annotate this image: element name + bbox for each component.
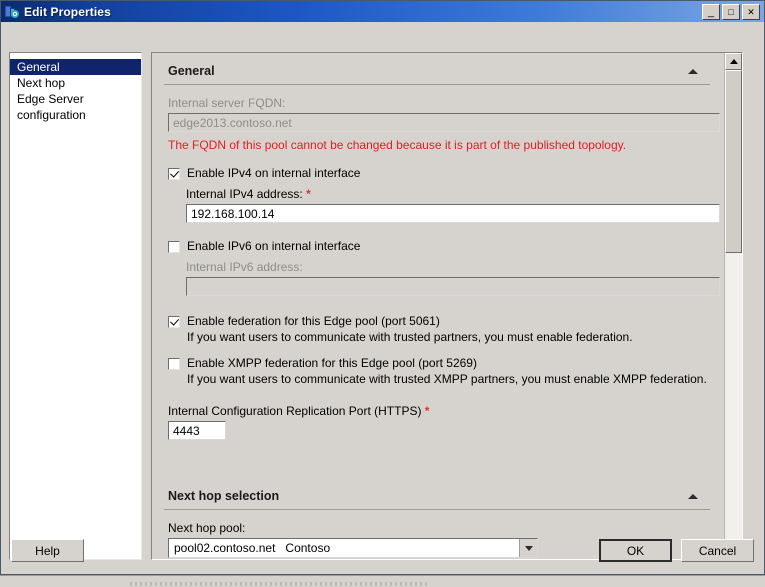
fqdn-warning-text: The FQDN of this pool cannot be changed … (168, 138, 627, 152)
scrollbar-track[interactable] (725, 70, 742, 542)
cancel-button[interactable]: Cancel (681, 539, 754, 562)
settings-content-panel: General Internal server FQDN: edge2013.c… (151, 52, 743, 560)
minimize-button[interactable]: _ (702, 4, 720, 20)
title-bar: Edit Properties _ □ ✕ (1, 1, 764, 22)
next-hop-pool-value: pool02.contoso.net Contoso (174, 541, 331, 555)
sidebar-item-general[interactable]: General (10, 59, 141, 75)
background-ghost-text (130, 582, 430, 586)
help-button[interactable]: Help (11, 539, 84, 562)
content-vertical-scrollbar[interactable] (724, 53, 742, 559)
replication-port-input[interactable]: 4443 (168, 421, 226, 440)
settings-scroll-area: General Internal server FQDN: edge2013.c… (152, 53, 724, 559)
enable-ipv6-checkbox[interactable] (168, 241, 180, 253)
replication-port-label-text: Internal Configuration Replication Port … (168, 404, 422, 418)
window-title: Edit Properties (24, 4, 111, 19)
dropdown-arrow-button[interactable] (519, 539, 537, 557)
enable-ipv4-checkbox-row[interactable]: Enable IPv4 on internal interface (168, 166, 710, 180)
internal-ipv4-address-input[interactable]: 192.168.100.14 (186, 204, 720, 223)
triangle-up-icon (729, 59, 738, 64)
section-header-general[interactable]: General (164, 53, 710, 85)
enable-federation-checkbox[interactable] (168, 316, 180, 328)
internal-server-fqdn-field: edge2013.contoso.net (168, 113, 720, 132)
enable-ipv4-label: Enable IPv4 on internal interface (187, 166, 361, 180)
sidebar-item-label: General (17, 60, 60, 74)
enable-xmpp-federation-label: Enable XMPP federation for this Edge poo… (187, 356, 477, 370)
federation-note: If you want users to communicate with tr… (187, 330, 633, 344)
internal-ipv6-address-label: Internal IPv6 address: (186, 260, 303, 274)
lync-topology-icon (4, 4, 20, 20)
xmpp-federation-note: If you want users to communicate with tr… (187, 372, 707, 386)
sidebar-item-label: Next hop (17, 76, 66, 90)
dialog-body: General Next hop Edge Server configurati… (1, 22, 764, 574)
chevron-up-icon[interactable] (688, 68, 698, 74)
enable-ipv6-checkbox-row[interactable]: Enable IPv6 on internal interface (168, 239, 710, 253)
close-icon: ✕ (747, 6, 755, 17)
enable-ipv6-label: Enable IPv6 on internal interface (187, 239, 361, 253)
next-hop-pool-label: Next hop pool: (168, 521, 246, 535)
internal-server-fqdn-label: Internal server FQDN: (168, 96, 286, 110)
enable-xmpp-federation-checkbox[interactable] (168, 358, 180, 370)
section-title-general: General (168, 64, 215, 78)
enable-ipv4-checkbox[interactable] (168, 168, 180, 180)
ipv4-label-text: Internal IPv4 address: (186, 187, 303, 201)
enable-federation-label: Enable federation for this Edge pool (po… (187, 314, 440, 328)
chevron-up-icon[interactable] (688, 493, 698, 499)
scroll-up-button[interactable] (725, 53, 742, 70)
close-button[interactable]: ✕ (742, 4, 760, 20)
internal-ipv4-address-label: Internal IPv4 address: * (164, 187, 710, 201)
minimize-icon: _ (707, 6, 715, 18)
maximize-button[interactable]: □ (722, 4, 740, 20)
ok-button[interactable]: OK (599, 539, 672, 562)
ipv4-required-marker: * (306, 187, 311, 201)
next-hop-pool-dropdown[interactable]: pool02.contoso.net Contoso (168, 538, 538, 558)
chevron-down-icon (524, 545, 533, 551)
section-header-next-hop-selection[interactable]: Next hop selection (164, 478, 710, 510)
maximize-icon: □ (728, 6, 734, 17)
internal-ipv6-address-input (186, 277, 720, 296)
enable-federation-checkbox-row[interactable]: Enable federation for this Edge pool (po… (168, 314, 710, 328)
sidebar-item-next-hop[interactable]: Next hop (10, 75, 141, 91)
scrollbar-thumb[interactable] (725, 70, 742, 253)
window-controls: _ □ ✕ (702, 4, 760, 20)
replication-port-required-marker: * (424, 404, 430, 418)
sidebar-item-edge-server-configuration[interactable]: Edge Server configuration (10, 91, 141, 123)
enable-xmpp-federation-checkbox-row[interactable]: Enable XMPP federation for this Edge poo… (168, 356, 710, 370)
section-title-next-hop-selection: Next hop selection (168, 489, 280, 503)
navigation-sidebar: General Next hop Edge Server configurati… (9, 52, 142, 560)
replication-port-label: Internal Configuration Replication Port … (164, 404, 710, 418)
edit-properties-dialog: Edit Properties _ □ ✕ General Next hop E (0, 0, 765, 575)
sidebar-item-label: Edge Server configuration (17, 92, 86, 122)
